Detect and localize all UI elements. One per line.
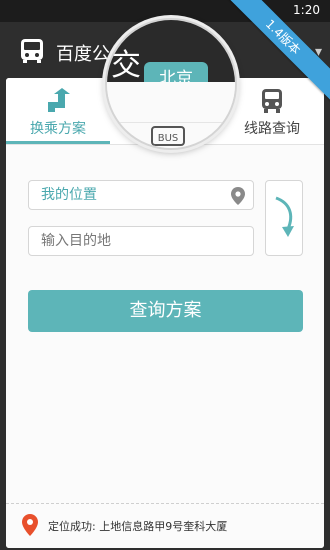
magnifier-divider xyxy=(107,122,235,123)
tab-transfer[interactable]: 换乘方案 xyxy=(6,78,110,144)
location-pin-icon[interactable] xyxy=(231,187,245,205)
location-marker-icon xyxy=(22,514,38,536)
bus-tag-text: BUS xyxy=(158,133,179,144)
bus-tag-icon: BUS xyxy=(151,126,185,146)
location-bar: 定位成功: 上地信息路甲9号奎科大厦 xyxy=(6,503,324,548)
city-magnifier: 交 北京 BUS xyxy=(105,18,237,150)
query-button[interactable]: 查询方案 xyxy=(28,290,303,332)
bus-logo-icon xyxy=(21,39,43,63)
destination-field[interactable]: 输入目的地 xyxy=(28,226,254,256)
tab-transfer-label: 换乘方案 xyxy=(30,121,86,137)
transfer-arrow-icon xyxy=(48,88,70,112)
destination-placeholder: 输入目的地 xyxy=(41,233,111,249)
origin-value: 我的位置 xyxy=(41,187,97,203)
location-status: 定位成功: 上地信息路甲9号奎科大厦 xyxy=(48,520,228,533)
magnified-title-char: 交 xyxy=(111,48,141,83)
swap-icon xyxy=(275,196,294,237)
swap-button[interactable] xyxy=(265,180,303,256)
bus-icon xyxy=(262,89,282,113)
tab-line-label: 线路查询 xyxy=(244,121,300,137)
app-title: 百度公 xyxy=(56,44,110,65)
status-time: 1:20 xyxy=(293,3,320,17)
origin-field[interactable]: 我的位置 xyxy=(28,180,254,210)
